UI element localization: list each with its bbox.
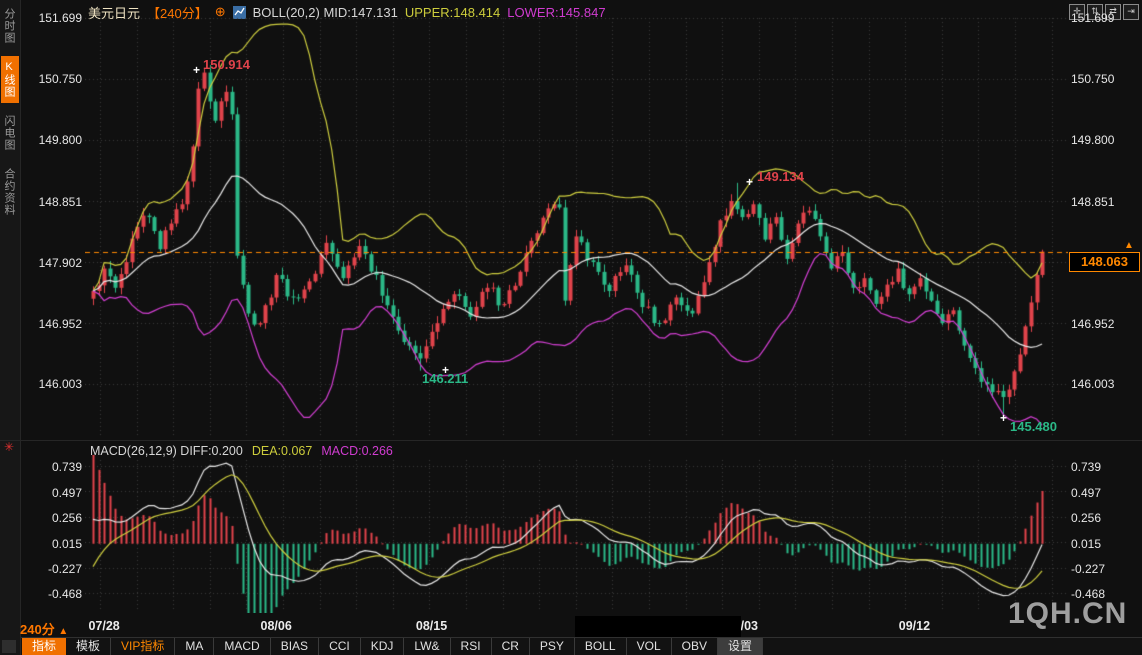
macd-tick-right: -0.227 <box>1071 560 1133 578</box>
candlestick-chart-canvas[interactable] <box>85 8 1068 442</box>
macd-tick-left: 0.739 <box>30 458 82 476</box>
trading-app-window: 分时图 K线图 闪电图 合约资料 ✳ 美元日元 【240分】 ⊕ BOLL(20… <box>0 0 1142 655</box>
tab-rsi[interactable]: RSI <box>451 638 492 655</box>
tab-template[interactable]: 模板 <box>66 638 111 655</box>
price-tick-left: 148.851 <box>30 193 82 211</box>
macd-tick-right: 0.497 <box>1071 484 1133 502</box>
sidebar-item-kline-chart[interactable]: K线图 <box>1 56 19 103</box>
price-tick-left: 146.003 <box>30 375 82 393</box>
price-tick-right: 151.699 <box>1071 9 1133 27</box>
annotation-low-2: 145.480 <box>1010 419 1057 434</box>
timeframe-arrow-icon: ▲ <box>58 626 68 637</box>
price-tick-left: 150.750 <box>30 70 82 88</box>
tab-cr[interactable]: CR <box>492 638 530 655</box>
sidebar-item-time-chart[interactable]: 分时图 <box>1 3 19 49</box>
tab-settings[interactable]: 设置 <box>718 638 763 655</box>
tab-vip-indicator[interactable]: VIP指标 <box>111 638 175 655</box>
high-marker-icon: + <box>193 63 200 77</box>
price-tick-right: 148.851 <box>1071 193 1133 211</box>
tab-macd[interactable]: MACD <box>214 638 270 655</box>
tab-kdj[interactable]: KDJ <box>361 638 405 655</box>
macd-tick-left: -0.468 <box>30 585 82 603</box>
annotation-low-1: 146.211 <box>422 371 468 386</box>
redaction-box <box>575 616 741 637</box>
chart-type-sidebar: 分时图 K线图 闪电图 合约资料 ✳ <box>0 0 21 655</box>
tab-lwr[interactable]: LW& <box>404 638 450 655</box>
x-axis-date: 08/06 <box>261 619 292 633</box>
indicator-settings-icon[interactable]: ✳ <box>4 440 14 454</box>
macd-tick-left: 0.256 <box>30 509 82 527</box>
macd-tick-left: 0.015 <box>30 535 82 553</box>
price-tick-right: 149.800 <box>1071 131 1133 149</box>
macd-tick-left: -0.227 <box>30 560 82 578</box>
tab-obv[interactable]: OBV <box>672 638 718 655</box>
sidebar-corner-block <box>2 640 16 653</box>
tab-bias[interactable]: BIAS <box>271 638 319 655</box>
macd-tick-right: 0.739 <box>1071 458 1133 476</box>
low-marker-icon: + <box>1000 411 1007 425</box>
tab-vol[interactable]: VOL <box>627 638 672 655</box>
x-axis-date: 09/12 <box>899 619 930 633</box>
price-tick-left: 151.699 <box>30 9 82 27</box>
price-tick-left: 146.952 <box>30 315 82 333</box>
tab-boll[interactable]: BOLL <box>575 638 627 655</box>
tab-cci[interactable]: CCI <box>319 638 361 655</box>
price-tick-right: 146.952 <box>1071 315 1133 333</box>
annotation-high-1: 150.914 <box>203 57 250 72</box>
price-tick-left: 147.902 <box>30 254 82 272</box>
sidebar-item-contract-info[interactable]: 合约资料 <box>1 163 19 221</box>
panel-divider <box>0 440 1142 441</box>
price-up-arrow-icon: ▲ <box>1124 240 1134 251</box>
macd-chart-canvas[interactable] <box>85 455 1068 613</box>
tab-ma[interactable]: MA <box>175 638 214 655</box>
macd-tick-right: 0.256 <box>1071 509 1133 527</box>
price-tick-right: 146.003 <box>1071 375 1133 393</box>
tab-psy[interactable]: PSY <box>530 638 575 655</box>
sidebar-item-flash-chart[interactable]: 闪电图 <box>1 110 19 156</box>
tab-indicator[interactable]: 指标 <box>22 638 66 655</box>
macd-tick-right: 0.015 <box>1071 535 1133 553</box>
indicator-toolbar: 指标 模板 VIP指标 MA MACD BIAS CCI KDJ LW& RSI… <box>21 637 1142 655</box>
macd-tick-left: 0.497 <box>30 484 82 502</box>
x-axis-date: 07/28 <box>88 619 119 633</box>
current-price-badge: 148.063 <box>1069 252 1140 272</box>
timeframe-label: 240分 <box>20 622 55 637</box>
annotation-high-2: 149.134 <box>757 169 804 184</box>
watermark: 1QH.CN <box>1008 597 1127 631</box>
timeframe-selector[interactable]: 240分 ▲ <box>20 619 68 638</box>
price-tick-left: 149.800 <box>30 131 82 149</box>
x-axis-date: 08/15 <box>416 619 447 633</box>
price-tick-right: 150.750 <box>1071 70 1133 88</box>
high-marker-icon: + <box>746 175 753 189</box>
